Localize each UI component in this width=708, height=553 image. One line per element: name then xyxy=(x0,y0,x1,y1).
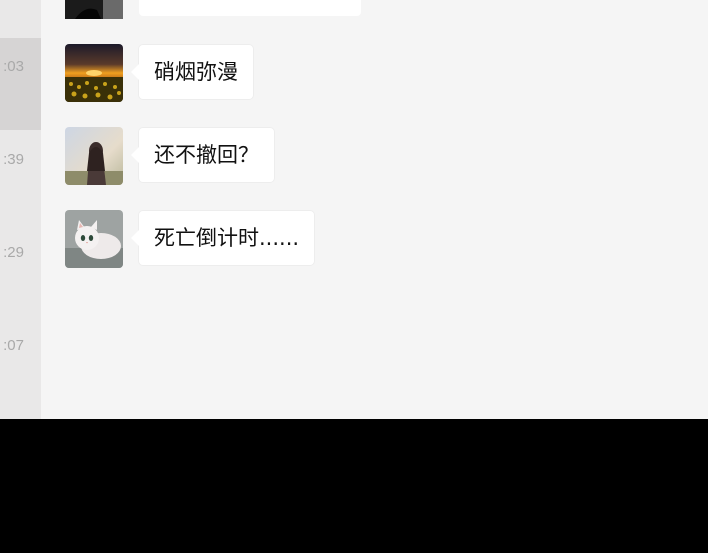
avatar[interactable] xyxy=(65,0,123,31)
conversation-timestamp: :29 xyxy=(3,244,24,261)
conversation-item-active[interactable] xyxy=(0,38,41,130)
message-bubble[interactable]: 还不撤回？ xyxy=(131,128,274,182)
sunset-field-avatar[interactable] xyxy=(65,44,123,102)
conversation-timestamp: :39 xyxy=(3,151,24,168)
conversation-timestamp: :07 xyxy=(3,337,24,354)
message-bubble[interactable] xyxy=(139,0,361,16)
message-bubble[interactable]: 硝烟弥漫 xyxy=(131,45,253,99)
white-cat-avatar[interactable] xyxy=(65,210,123,268)
conversation-list[interactable]: :03 :39 :29 :07 xyxy=(0,0,41,419)
black-bottom-area xyxy=(0,419,708,553)
conversation-timestamp: :03 xyxy=(3,58,24,75)
girl-back-avatar[interactable] xyxy=(65,127,123,185)
chat-window: :03 :39 :29 :07 硝烟弥漫 还不撤回？ 死亡倒计时...... xyxy=(0,0,708,419)
message-bubble[interactable]: 死亡倒计时...... xyxy=(130,211,315,265)
